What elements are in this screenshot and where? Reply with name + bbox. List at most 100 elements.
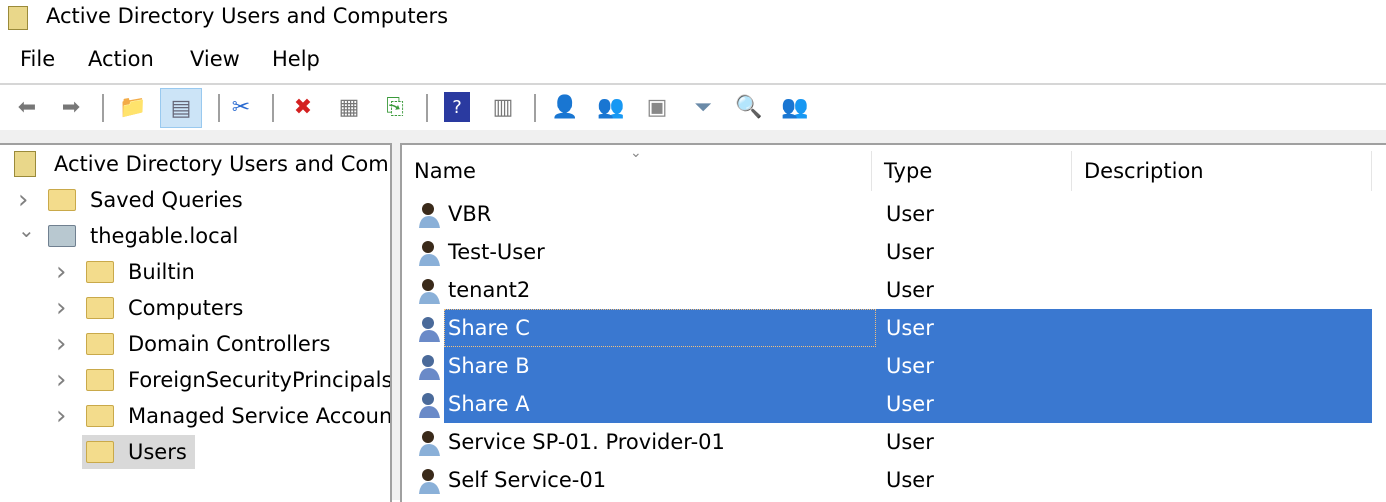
folder-icon: [86, 441, 114, 463]
tree-root[interactable]: Active Directory Users and Com: [14, 147, 389, 181]
window-title: Active Directory Users and Computers: [46, 4, 449, 28]
toolbar-separator: [218, 94, 220, 122]
new-ou-icon[interactable]: ▣: [642, 92, 672, 122]
app-icon: [8, 6, 28, 30]
properties-icon[interactable]: ▦: [334, 92, 364, 122]
menu-bar: File Action View Help: [0, 44, 1386, 78]
tree-item-label: thegable.local: [90, 224, 239, 248]
delete-icon[interactable]: ✖: [288, 92, 318, 122]
expand-chevron-icon[interactable]: ›: [56, 363, 66, 397]
row-name: Share C: [444, 309, 876, 347]
export-list-icon[interactable]: ⎘: [380, 92, 410, 122]
new-group-icon[interactable]: 👥: [596, 92, 626, 122]
expand-chevron-icon[interactable]: ›: [56, 399, 66, 433]
up-folder-icon[interactable]: 📁: [118, 92, 148, 122]
folder-icon: [48, 189, 76, 211]
expand-chevron-icon[interactable]: ›: [56, 255, 66, 289]
table-row[interactable]: Service SP-01. Provider-01 User: [402, 423, 1386, 461]
tree-item-label: ForeignSecurityPrincipals: [128, 368, 392, 392]
find-icon[interactable]: 🔍: [734, 92, 764, 122]
tree-item-label: Domain Controllers: [128, 332, 331, 356]
expand-chevron-icon[interactable]: ›: [56, 327, 66, 361]
row-name: Service SP-01. Provider-01: [448, 430, 725, 454]
help-icon[interactable]: ?: [444, 92, 470, 122]
column-header-description[interactable]: Description: [1072, 151, 1372, 191]
row-name: Share A: [444, 385, 876, 423]
folder-icon: [86, 297, 114, 319]
user-icon: [419, 431, 440, 456]
folder-icon: [86, 369, 114, 391]
tree-item[interactable]: Managed Service Accounts: [86, 399, 392, 433]
directory-icon: [14, 151, 36, 177]
user-icon: [419, 317, 440, 342]
table-row[interactable]: Share C User: [402, 309, 1386, 347]
toolbar-bottom-strip: [0, 130, 1386, 143]
folder-icon: [86, 333, 114, 355]
column-header-name[interactable]: Name: [402, 151, 872, 191]
tree-item[interactable]: Builtin: [86, 255, 195, 289]
user-icon: [419, 355, 440, 380]
table-row[interactable]: Test-User User: [402, 233, 1386, 271]
tree-item-label: Managed Service Accounts: [128, 404, 392, 428]
user-icon: [419, 203, 440, 228]
user-icon: [419, 393, 440, 418]
column-header-type[interactable]: Type: [872, 151, 1072, 191]
tree-item-label: Computers: [128, 296, 244, 320]
add-to-group-icon[interactable]: 👥: [780, 92, 810, 122]
back-icon[interactable]: ⬅: [12, 92, 42, 122]
row-type: User: [886, 316, 934, 340]
row-name: VBR: [448, 202, 492, 226]
forward-icon[interactable]: ➡: [56, 92, 86, 122]
expand-chevron-icon[interactable]: ›: [18, 183, 28, 217]
toolbar: ⬅ ➡ 📁 ▤ ✂ ✖ ▦ ⎘ ? ▥ 👤 👥 ▣ ⏷ 🔍 👥: [0, 86, 1386, 130]
console-tree: Active Directory Users and Com › Saved Qu…: [0, 143, 392, 502]
cut-icon[interactable]: ✂: [226, 92, 256, 122]
pane-splitter[interactable]: [392, 143, 400, 500]
row-type: User: [886, 202, 934, 226]
row-type: User: [886, 468, 934, 492]
divider: [0, 83, 1386, 85]
toolbar-separator: [272, 94, 274, 122]
row-type: User: [886, 430, 934, 454]
show-action-pane-icon[interactable]: ▥: [488, 92, 518, 122]
menu-file[interactable]: File: [20, 47, 55, 71]
user-icon: [419, 279, 440, 304]
menu-help[interactable]: Help: [272, 47, 320, 71]
list-view: ⌄ Name Type Description VBR User Test-User…: [400, 143, 1386, 502]
collapse-chevron-icon[interactable]: ⌄: [18, 219, 35, 253]
row-type: User: [886, 354, 934, 378]
table-row[interactable]: tenant2 User: [402, 271, 1386, 309]
tree-item-label: Saved Queries: [90, 188, 243, 212]
table-row[interactable]: Self Service-01 User: [402, 461, 1386, 499]
folder-icon: [86, 405, 114, 427]
row-name: Share B: [444, 347, 876, 385]
tree-item-label: Users: [128, 440, 187, 464]
expand-chevron-icon[interactable]: ›: [56, 291, 66, 325]
toolbar-separator: [534, 94, 536, 122]
tree-item[interactable]: Saved Queries: [48, 183, 243, 217]
user-icon: [419, 469, 440, 494]
table-row[interactable]: Share B User: [402, 347, 1386, 385]
folder-icon: [86, 261, 114, 283]
new-user-icon[interactable]: 👤: [550, 92, 580, 122]
toolbar-separator: [426, 94, 428, 122]
tree-item[interactable]: thegable.local: [48, 219, 238, 253]
tree-root-label: Active Directory Users and Com: [54, 152, 389, 176]
table-row[interactable]: VBR User: [402, 195, 1386, 233]
tree-item-label: Builtin: [128, 260, 195, 284]
filter-icon[interactable]: ⏷: [688, 92, 718, 122]
row-type: User: [886, 392, 934, 416]
tree-item[interactable]: Users: [82, 435, 195, 469]
row-type: User: [886, 278, 934, 302]
tree-item[interactable]: Domain Controllers: [86, 327, 330, 361]
user-icon: [419, 241, 440, 266]
domain-icon: [48, 225, 76, 247]
menu-view[interactable]: View: [190, 47, 240, 71]
menu-action[interactable]: Action: [88, 47, 154, 71]
toolbar-separator: [102, 94, 104, 122]
tree-item[interactable]: Computers: [86, 291, 243, 325]
show-console-tree-icon[interactable]: ▤: [160, 88, 202, 128]
tree-item[interactable]: ForeignSecurityPrincipals: [86, 363, 392, 397]
row-name: tenant2: [448, 278, 531, 302]
table-row[interactable]: Share A User: [402, 385, 1386, 423]
